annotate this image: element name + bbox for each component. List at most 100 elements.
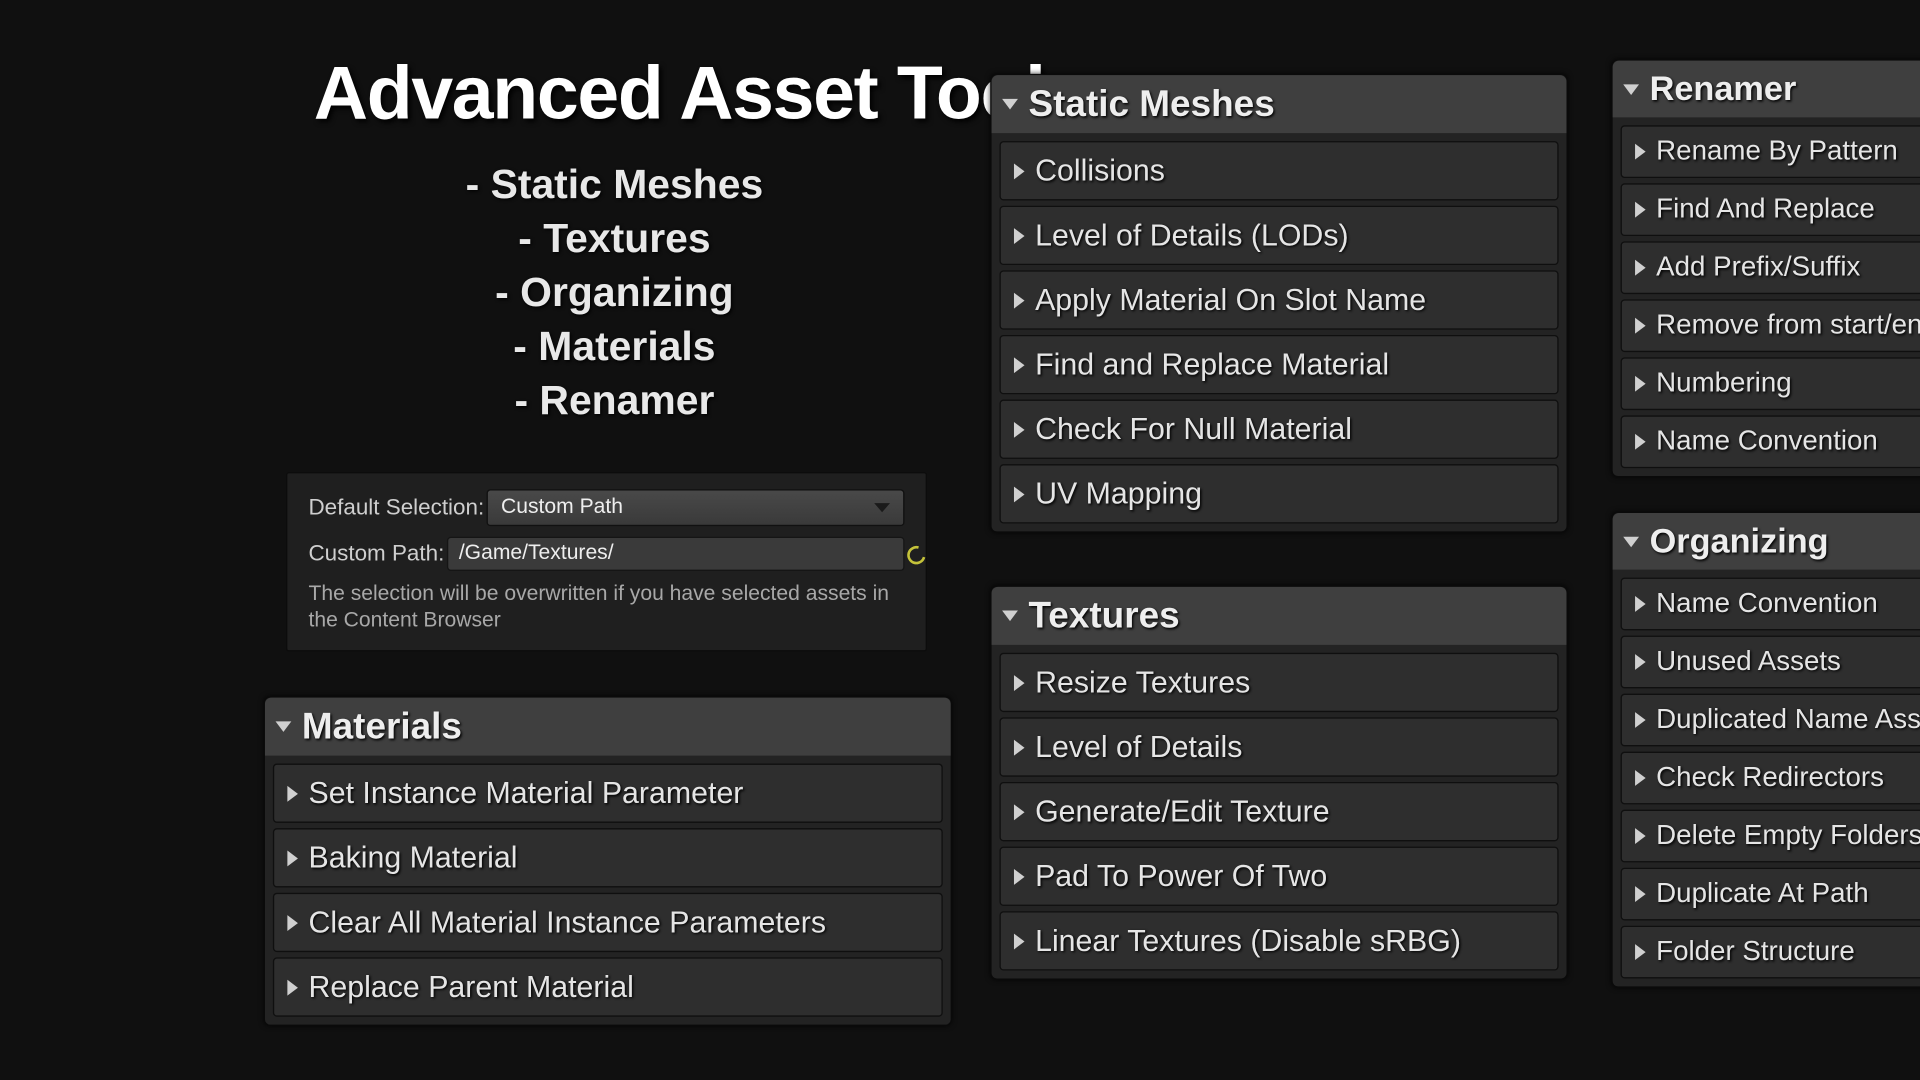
duplicate-at-path-item[interactable]: Duplicate At Path xyxy=(1621,868,1920,921)
remove-start-end-item[interactable]: Remove from start/end xyxy=(1621,299,1920,352)
set-instance-material-parameter-item[interactable]: Set Instance Material Parameter xyxy=(273,764,943,823)
renamer-panel: Renamer Rename By Pattern Find And Repla… xyxy=(1611,59,1920,477)
resize-textures-item[interactable]: Resize Textures xyxy=(999,653,1558,712)
add-prefix-suffix-item[interactable]: Add Prefix/Suffix xyxy=(1621,241,1920,294)
chevron-down-icon xyxy=(874,503,890,512)
chevron-right-icon xyxy=(287,850,298,866)
collisions-item[interactable]: Collisions xyxy=(999,141,1558,200)
item-label: Set Instance Material Parameter xyxy=(308,775,743,811)
chevron-right-icon xyxy=(1635,886,1646,902)
item-label: Find and Replace Material xyxy=(1035,347,1389,383)
apply-material-on-slot-item[interactable]: Apply Material On Slot Name xyxy=(999,270,1558,329)
chevron-right-icon xyxy=(287,915,298,931)
materials-panel-header[interactable]: Materials xyxy=(265,698,951,756)
chevron-right-icon xyxy=(1014,486,1025,502)
org-name-convention-item[interactable]: Name Convention xyxy=(1621,578,1920,631)
organizing-panel-header[interactable]: Organizing xyxy=(1613,513,1920,570)
chevron-right-icon xyxy=(1635,202,1646,218)
uv-mapping-item[interactable]: UV Mapping xyxy=(999,464,1558,523)
item-label: Clear All Material Instance Parameters xyxy=(308,905,826,941)
item-label: Folder Structure xyxy=(1656,936,1855,968)
chevron-right-icon xyxy=(1635,770,1646,786)
clear-material-instance-params-item[interactable]: Clear All Material Instance Parameters xyxy=(273,893,943,952)
feature-item: Materials xyxy=(311,320,918,374)
feature-item: Static Meshes xyxy=(311,158,918,212)
unused-assets-item[interactable]: Unused Assets xyxy=(1621,636,1920,689)
panel-title: Materials xyxy=(302,705,462,747)
chevron-right-icon xyxy=(1014,739,1025,755)
feature-item: Renamer xyxy=(311,374,918,428)
chevron-right-icon xyxy=(1635,318,1646,334)
renamer-panel-header[interactable]: Renamer xyxy=(1613,61,1920,118)
chevron-right-icon xyxy=(287,785,298,801)
replace-parent-material-item[interactable]: Replace Parent Material xyxy=(273,957,943,1016)
chevron-right-icon xyxy=(1635,376,1646,392)
item-label: Add Prefix/Suffix xyxy=(1656,252,1860,284)
custom-path-label: Custom Path: xyxy=(308,541,446,567)
default-selection-label: Default Selection: xyxy=(308,495,486,521)
item-label: Baking Material xyxy=(308,840,517,876)
static-meshes-panel-header[interactable]: Static Meshes xyxy=(992,75,1567,133)
chevron-right-icon xyxy=(1635,712,1646,728)
chevron-right-icon xyxy=(1014,868,1025,884)
feature-item: Organizing xyxy=(311,266,918,320)
chevron-right-icon xyxy=(1014,675,1025,691)
folder-structure-item[interactable]: Folder Structure xyxy=(1621,926,1920,979)
item-label: Remove from start/end xyxy=(1656,310,1920,342)
expanded-icon xyxy=(1623,84,1639,95)
chevron-right-icon xyxy=(1014,933,1025,949)
chevron-right-icon xyxy=(1635,434,1646,450)
rename-by-pattern-item[interactable]: Rename By Pattern xyxy=(1621,125,1920,178)
item-label: Numbering xyxy=(1656,368,1791,400)
textures-panel: Textures Resize Textures Level of Detail… xyxy=(990,585,1568,979)
item-label: Level of Details xyxy=(1035,729,1242,765)
expanded-icon xyxy=(276,721,292,732)
expanded-icon xyxy=(1002,611,1018,622)
chevron-right-icon xyxy=(1635,596,1646,612)
name-convention-item[interactable]: Name Convention xyxy=(1621,415,1920,468)
default-selection-dropdown[interactable]: Custom Path xyxy=(487,489,905,526)
baking-material-item[interactable]: Baking Material xyxy=(273,828,943,887)
find-replace-material-item[interactable]: Find and Replace Material xyxy=(999,335,1558,394)
custom-path-input[interactable]: /Game/Textures/ xyxy=(447,537,905,571)
chevron-right-icon xyxy=(1635,260,1646,276)
linear-textures-item[interactable]: Linear Textures (Disable sRBG) xyxy=(999,911,1558,970)
item-label: Duplicated Name Assets xyxy=(1656,704,1920,736)
chevron-right-icon xyxy=(287,979,298,995)
chevron-right-icon xyxy=(1014,804,1025,820)
item-label: Generate/Edit Texture xyxy=(1035,794,1329,830)
chevron-right-icon xyxy=(1014,292,1025,308)
panel-title: Organizing xyxy=(1650,521,1829,562)
default-selection-value: Custom Path xyxy=(501,496,623,520)
feature-item: Textures xyxy=(311,212,918,266)
pad-power-of-two-item[interactable]: Pad To Power Of Two xyxy=(999,847,1558,906)
expanded-icon xyxy=(1002,99,1018,110)
item-label: Pad To Power Of Two xyxy=(1035,858,1327,894)
panel-title: Static Meshes xyxy=(1028,83,1274,125)
find-and-replace-item[interactable]: Find And Replace xyxy=(1621,183,1920,236)
item-label: Duplicate At Path xyxy=(1656,878,1868,910)
texture-lods-item[interactable]: Level of Details xyxy=(999,717,1558,776)
chevron-right-icon xyxy=(1014,163,1025,179)
page-title: Advanced Asset Tool xyxy=(314,50,1045,137)
item-label: UV Mapping xyxy=(1035,476,1202,512)
expanded-icon xyxy=(1623,536,1639,547)
textures-panel-header[interactable]: Textures xyxy=(992,587,1567,645)
duplicated-name-assets-item[interactable]: Duplicated Name Assets xyxy=(1621,694,1920,747)
lods-item[interactable]: Level of Details (LODs) xyxy=(999,206,1558,265)
item-label: Resize Textures xyxy=(1035,665,1250,701)
item-label: Find And Replace xyxy=(1656,194,1875,226)
numbering-item[interactable]: Numbering xyxy=(1621,357,1920,410)
feature-list: Static Meshes Textures Organizing Materi… xyxy=(311,158,918,428)
delete-empty-folders-item[interactable]: Delete Empty Folders xyxy=(1621,810,1920,863)
item-label: Apply Material On Slot Name xyxy=(1035,282,1426,318)
item-label: Unused Assets xyxy=(1656,646,1841,678)
chevron-right-icon xyxy=(1635,144,1646,160)
static-meshes-panel: Static Meshes Collisions Level of Detail… xyxy=(990,74,1568,533)
selection-config-box: Default Selection: Custom Path Custom Pa… xyxy=(286,472,927,651)
check-redirectors-item[interactable]: Check Redirectors xyxy=(1621,752,1920,805)
generate-edit-texture-item[interactable]: Generate/Edit Texture xyxy=(999,782,1558,841)
selection-help-text: The selection will be overwritten if you… xyxy=(308,582,904,635)
check-null-material-item[interactable]: Check For Null Material xyxy=(999,400,1558,459)
item-label: Delete Empty Folders xyxy=(1656,820,1920,852)
